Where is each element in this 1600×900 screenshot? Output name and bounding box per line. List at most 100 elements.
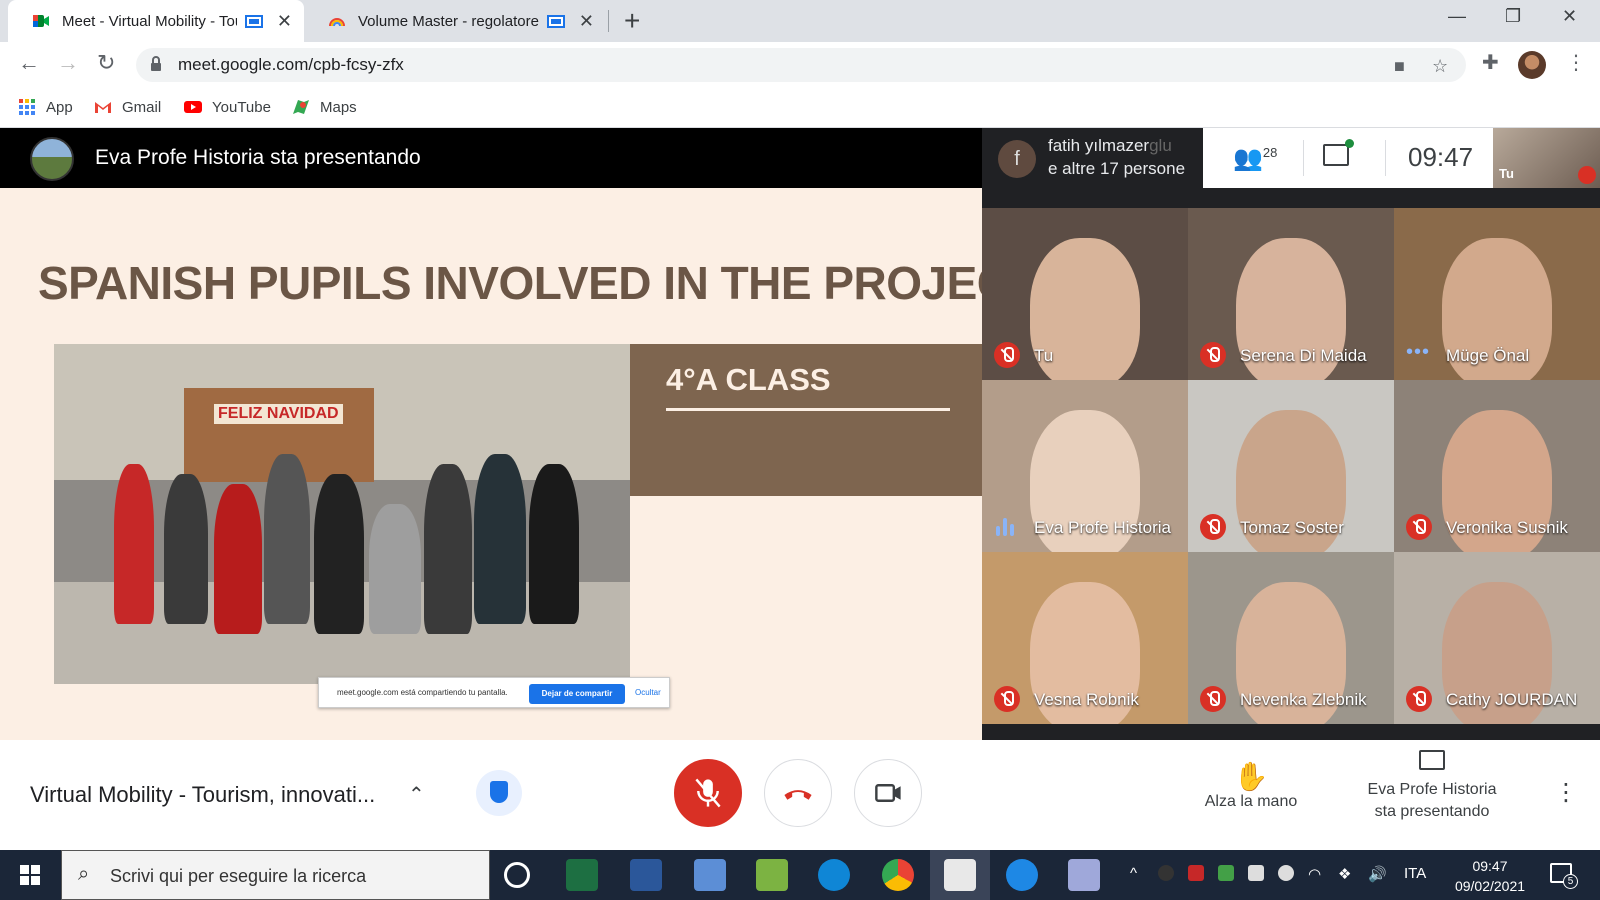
excel-icon[interactable] [566, 859, 598, 891]
clock[interactable]: 09:47 09/02/2021 [1445, 856, 1535, 896]
bookmark-youtube[interactable]: YouTube [184, 98, 271, 116]
remote-desktop-icon[interactable] [694, 859, 726, 891]
raise-hand-label: Alza la mano [1204, 793, 1298, 810]
participants-button[interactable]: 👥28 [1233, 144, 1277, 173]
participant-tile[interactable]: Tu [982, 208, 1188, 380]
forward-button[interactable]: → [57, 50, 79, 76]
reload-button[interactable]: ↻ [97, 50, 115, 76]
mic-toggle-button[interactable] [674, 759, 742, 827]
antivirus-icon[interactable] [1188, 865, 1204, 881]
screen-share-icon [244, 14, 263, 28]
present-button[interactable]: Eva Profe Historia sta presentando [1352, 750, 1512, 823]
active-speaker-info: f fatih yılmazerglu e altre 17 persone [988, 128, 1203, 188]
paint-palette-icon[interactable] [1068, 859, 1100, 891]
bookmark-star-icon[interactable]: ☆ [1432, 56, 1448, 77]
speaker-name-main: fatih yılmazer [1048, 136, 1150, 155]
participant-tile[interactable]: Veronika Susnik [1394, 380, 1600, 552]
tab-volume-master[interactable]: Volume Master - regolatore ✕ [304, 0, 606, 42]
profile-avatar[interactable] [1518, 51, 1546, 79]
restore-button[interactable]: ❐ [1505, 6, 1521, 27]
bookmark-label: Maps [320, 98, 357, 116]
close-window-button[interactable]: ✕ [1562, 6, 1577, 27]
bookmark-app[interactable]: App [18, 98, 73, 116]
chevron-up-icon[interactable]: ⌃ [408, 782, 425, 807]
mic-off-icon [994, 686, 1020, 712]
notification-count: 5 [1563, 874, 1578, 889]
bookmark-gmail[interactable]: Gmail [94, 98, 161, 116]
participant-name: Nevenka Zlebnik [1240, 690, 1367, 709]
paint-icon[interactable] [756, 859, 788, 891]
meet-window-icon[interactable] [944, 859, 976, 891]
banner-underline [666, 408, 950, 411]
participant-tile[interactable]: Serena Di Maida [1188, 208, 1394, 380]
mic-off-icon [1406, 686, 1432, 712]
mic-off-icon [1200, 342, 1226, 368]
meet-icon [33, 15, 49, 27]
participant-tile[interactable]: Cathy JOURDAN [1394, 552, 1600, 724]
stop-sharing-button[interactable]: Dejar de compartir [529, 684, 625, 704]
chrome-icon[interactable] [882, 859, 914, 891]
participant-tile[interactable]: Tomaz Soster [1188, 380, 1394, 552]
speaker-icon[interactable]: 🔊 [1368, 865, 1387, 883]
tab-meet[interactable]: Meet - Virtual Mobility - Tou ✕ [8, 0, 304, 42]
host-controls-button[interactable] [476, 770, 522, 816]
bookmark-maps[interactable]: Maps [292, 98, 357, 116]
wifi-icon[interactable]: ◠ [1308, 865, 1321, 883]
participant-tile[interactable]: Nevenka Zlebnik [1188, 552, 1394, 724]
nvidia-icon[interactable] [1218, 865, 1234, 881]
more-options-icon[interactable]: ⋮ [1554, 778, 1578, 807]
close-tab-icon[interactable]: ✕ [579, 11, 594, 32]
screen-share-notice: meet.google.com está compartiendo tu pan… [318, 677, 670, 708]
camera-toggle-button[interactable] [854, 759, 922, 827]
meeting-name[interactable]: Virtual Mobility - Tourism, innovati... [30, 782, 375, 808]
back-button[interactable]: ← [18, 50, 40, 76]
gmail-icon [95, 102, 111, 113]
dropbox-icon[interactable]: ❖ [1338, 865, 1351, 883]
notifications-icon[interactable]: 5 [1550, 863, 1578, 889]
participant-tile[interactable]: Vesna Robnik [982, 552, 1188, 724]
class-banner: 4°A CLASS [630, 344, 982, 496]
leave-call-button[interactable] [764, 759, 832, 827]
speaker-name-faded: glu [1149, 136, 1172, 155]
present-label-1: Eva Profe Historia [1367, 781, 1497, 798]
word-icon[interactable] [630, 859, 662, 891]
bookmark-label: App [46, 98, 73, 116]
new-tab-button[interactable]: + [624, 5, 640, 37]
date: 09/02/2021 [1454, 878, 1526, 894]
cloud-icon[interactable] [1278, 865, 1294, 881]
participant-tile[interactable]: Eva Profe Historia [982, 380, 1188, 552]
minimize-button[interactable]: — [1448, 6, 1466, 27]
camera-icon[interactable]: ■ [1394, 56, 1405, 77]
self-label: Tu [1499, 166, 1514, 181]
extensions-icon[interactable]: ✚ [1482, 50, 1499, 75]
taskbar-search[interactable]: ⌕ Scrivi qui per eseguire la ricerca [61, 850, 490, 900]
tray-app-icon[interactable] [1158, 865, 1174, 881]
speaker-name: fatih yılmazerglu [1048, 136, 1172, 156]
battery-icon[interactable] [1248, 865, 1264, 881]
mic-off-icon [1200, 686, 1226, 712]
windows-start-icon[interactable] [20, 865, 40, 885]
self-view-tile[interactable]: Tu [1493, 128, 1600, 188]
chat-icon[interactable] [1323, 139, 1354, 166]
tab-title: Volume Master - regolatore [358, 12, 539, 30]
mic-off-icon [1578, 166, 1596, 184]
cortana-icon[interactable] [504, 862, 530, 888]
participants-count: 28 [1262, 145, 1278, 160]
close-tab-icon[interactable]: ✕ [277, 11, 292, 32]
mic-off-icon [994, 342, 1020, 368]
chrome-menu-icon[interactable]: ⋮ [1566, 50, 1586, 75]
delta-app-icon[interactable] [1006, 859, 1038, 891]
edge-icon[interactable] [818, 859, 850, 891]
raise-hand-button[interactable]: ✋ Alza la mano [1196, 760, 1306, 811]
tray-expand-icon[interactable]: ^ [1130, 865, 1137, 882]
address-bar[interactable]: meet.google.com/cpb-fcsy-zfx ■ ☆ [136, 48, 1466, 82]
participant-name: Veronika Susnik [1446, 518, 1568, 537]
participant-tile[interactable]: ••• Müge Önal [1394, 208, 1600, 380]
tab-separator [608, 10, 609, 32]
language-indicator[interactable]: ITA [1404, 865, 1426, 882]
participant-grid: Tu Serena Di Maida ••• Müge Önal Eva Profe H… [982, 208, 1600, 724]
apps-grid-icon [19, 99, 35, 115]
hide-link[interactable]: Ocultar [635, 688, 661, 697]
present-screen-icon [1419, 750, 1445, 770]
video-camera-icon [875, 784, 901, 802]
